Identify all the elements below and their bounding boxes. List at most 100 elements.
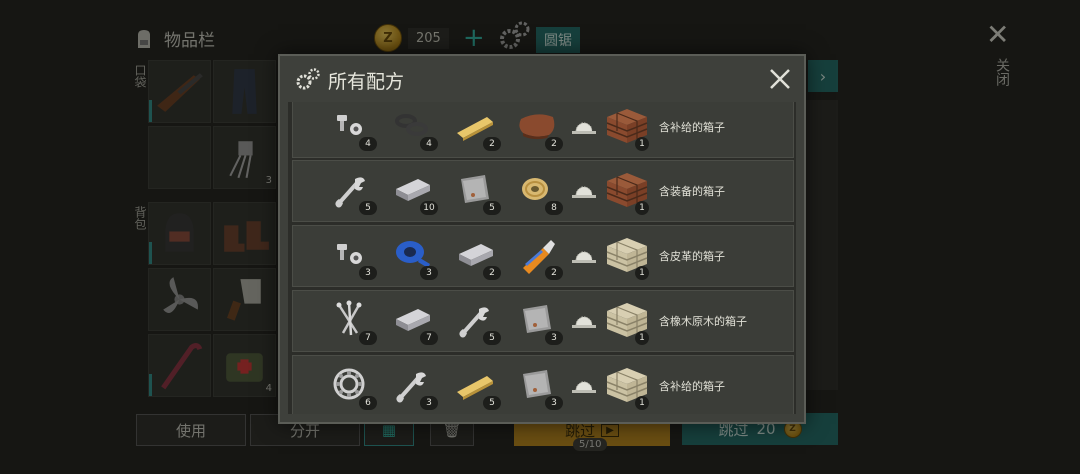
ingredient-count: 3 [420,266,438,280]
slot-quantity: 3 [265,175,272,186]
saw-icon [571,376,597,394]
coin-balance: Z 205 + [374,24,485,52]
result-name: 含装备的箱子 [659,185,725,198]
recipe-row[interactable]: 3 3 2 2 1 含皮革的箱子 [292,225,794,287]
recipe-ingredient[interactable]: 3 [515,364,563,410]
inventory-slot-helmet[interactable] [148,202,211,265]
workbench-label[interactable]: 圆锯 [536,27,580,53]
close-icon[interactable]: ✕ [986,18,1009,51]
inventory-slot-medical-bag[interactable]: 4 [213,334,276,397]
side-panel [802,100,838,390]
skip-ad-progress: 5/10 [573,438,608,451]
ingredient-count: 7 [420,331,438,345]
recipe-row[interactable]: 5 10 5 8 1 含装备的箱子 [292,160,794,222]
close-icon[interactable] [766,65,794,93]
recipe-ingredient[interactable]: 4 [329,105,377,151]
inventory-header: 物品栏 [132,26,215,51]
recipe-ingredient[interactable]: 10 [390,169,438,215]
chevron-right-icon[interactable]: › [808,60,838,92]
recipe-ingredient[interactable]: 2 [453,234,501,280]
ingredient-count: 2 [545,266,563,280]
recipe-ingredient[interactable]: 5 [453,299,501,345]
crate-icon[interactable]: 1 [603,232,651,280]
recipe-ingredient[interactable]: 5 [453,364,501,410]
backpack-icon [138,29,150,48]
gears-icon [500,21,530,49]
ingredient-count: 3 [545,396,563,410]
inventory-slot-capacitor[interactable]: 3 [213,126,276,189]
crate-icon[interactable]: 1 [603,167,651,215]
recipe-ingredient[interactable]: 3 [515,299,563,345]
recipe-ingredient[interactable]: 7 [390,299,438,345]
recipe-list[interactable]: 4 4 2 2 1 含补给的箱子 5 10 5 8 1 含装备的箱子 3 3 2 2 1 含皮革的箱子 7 7 5 3 1 含… [288,102,796,414]
ingredient-count: 8 [545,201,563,215]
recipe-row[interactable]: 4 4 2 2 1 含补给的箱子 [292,102,794,158]
pocket-label: 口袋 [133,64,147,88]
inventory-slot-shotgun[interactable] [148,60,211,123]
recipe-ingredient[interactable]: 2 [515,234,563,280]
saw-icon [571,246,597,264]
coin-count: 205 [408,27,449,49]
inventory-slot-crowbar[interactable] [148,334,211,397]
close-label[interactable]: 关闭 [992,58,1012,86]
backpack-label: 背包 [133,206,147,230]
propeller-icon [163,277,198,314]
ingredient-count: 10 [420,201,438,215]
coin-icon: Z [374,24,402,52]
recipe-ingredient[interactable]: 8 [515,169,563,215]
ingredient-count: 3 [545,331,563,345]
ingredient-count: 2 [483,266,501,280]
ingredient-count: 4 [359,137,377,151]
result-name: 含补给的箱子 [659,380,725,393]
inventory-slot-boots[interactable] [213,202,276,265]
ingredient-count: 3 [359,266,377,280]
recipe-ingredient[interactable]: 2 [515,105,563,151]
ingredient-count: 7 [359,331,377,345]
recipe-row[interactable]: 6 3 5 3 1 含补给的箱子 [292,355,794,414]
cleaver-icon [227,279,261,321]
saw-icon [571,311,597,329]
recipe-ingredient[interactable]: 3 [390,364,438,410]
ingredient-count: 6 [359,396,377,410]
result-count: 1 [635,266,649,280]
shotgun-icon [157,73,203,112]
recipe-ingredient[interactable]: 3 [390,234,438,280]
ingredient-count: 5 [483,396,501,410]
result-count: 1 [635,396,649,410]
helmet-icon [165,213,194,252]
recipe-ingredient[interactable]: 3 [329,234,377,280]
ingredient-count: 5 [483,201,501,215]
saw-icon [571,117,597,135]
add-coins-button[interactable]: + [463,25,485,51]
crate-icon[interactable]: 1 [603,362,651,410]
ingredient-count: 4 [420,137,438,151]
crate-icon[interactable]: 1 [603,103,651,151]
inventory-slot-pants[interactable] [213,60,276,123]
result-name: 含橡木原木的箱子 [659,315,747,328]
recipe-row[interactable]: 7 7 5 3 1 含橡木原木的箱子 [292,290,794,352]
result-count: 1 [635,137,649,151]
ingredient-count: 2 [545,137,563,151]
inventory-slot-propeller[interactable] [148,268,211,331]
ingredient-count: 5 [483,331,501,345]
recipe-ingredient[interactable]: 5 [329,169,377,215]
recipes-dialog: 所有配方 4 4 2 2 1 含补给的箱子 5 10 5 8 1 含装备的箱子 3 3 2 2 1 含皮革的箱子 7… [278,54,806,424]
use-button[interactable]: 使用 [136,414,246,446]
inventory-slot-cleaver[interactable] [213,268,276,331]
result-count: 1 [635,201,649,215]
video-icon: ▶ [601,423,619,437]
crowbar-icon [161,343,203,390]
ingredient-count: 3 [420,396,438,410]
recipe-ingredient[interactable]: 6 [329,364,377,410]
result-name: 含补给的箱子 [659,121,725,134]
saw-icon [571,181,597,199]
crate-icon[interactable]: 1 [603,297,651,345]
recipe-ingredient[interactable]: 2 [453,105,501,151]
inventory-slot-empty[interactable] [148,126,211,189]
result-name: 含皮革的箱子 [659,250,725,263]
recipe-ingredient[interactable]: 5 [453,169,501,215]
slot-quantity: 4 [265,383,272,394]
recipe-ingredient[interactable]: 7 [329,299,377,345]
boots-icon [224,221,269,252]
recipe-ingredient[interactable]: 4 [390,105,438,151]
